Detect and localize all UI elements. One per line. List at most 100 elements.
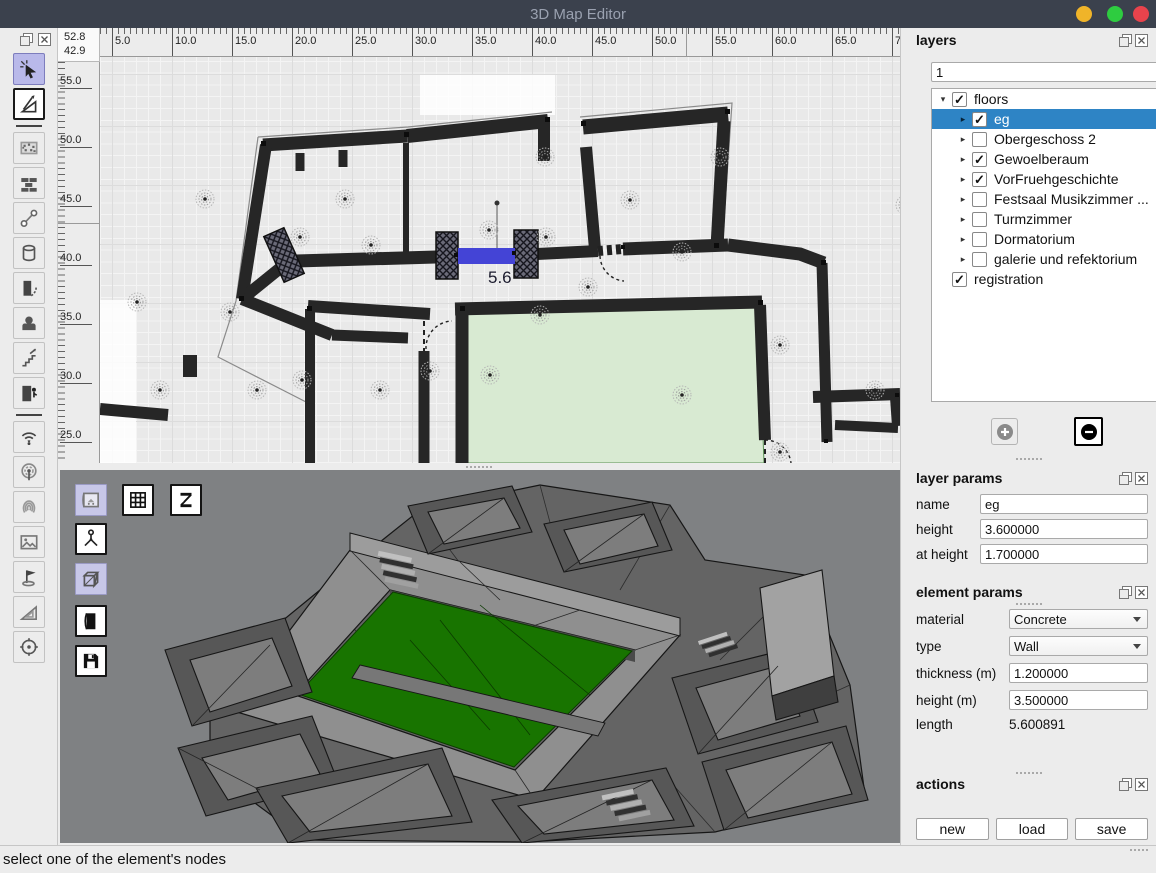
ruler-tick	[892, 28, 893, 57]
ruler-label-x: 35.0	[475, 35, 496, 47]
stairs-tool-button[interactable]	[13, 342, 45, 374]
layer-visibility-checkbox[interactable]: ✓	[952, 92, 967, 107]
add-layer-button[interactable]	[991, 418, 1018, 445]
wall-tool-button[interactable]	[13, 167, 45, 199]
exit-tool-button[interactable]	[13, 377, 45, 409]
tree-arrow-icon[interactable]: ▸	[958, 234, 968, 245]
float-panel-icon[interactable]	[1119, 586, 1132, 599]
cursor-y-value: 42.9	[64, 44, 99, 58]
tree-arrow-icon[interactable]: ▸	[958, 174, 968, 185]
cylinder-tool-button[interactable]	[13, 237, 45, 269]
layer-visibility-checkbox[interactable]: ✓	[972, 152, 987, 167]
float-panel-icon[interactable]	[1119, 472, 1132, 485]
close-panel-icon[interactable]	[38, 33, 51, 46]
cube-view-button[interactable]	[75, 563, 107, 595]
toolbar-dock-header	[0, 28, 57, 50]
cursor-coordinates: 52.8 42.9	[58, 28, 100, 62]
setsquare-tool-button[interactable]	[13, 596, 45, 628]
layer-visibility-checkbox[interactable]	[972, 192, 987, 207]
flag-tool-button[interactable]	[13, 561, 45, 593]
layers-tree: ▾✓floors▸✓eg▸Obergeschoss 2▸✓Gewoelberau…	[931, 88, 1156, 402]
element-params-header: element params	[916, 584, 1148, 600]
layer-visibility-checkbox[interactable]: ✓	[952, 272, 967, 287]
cube-view-icon	[80, 568, 102, 590]
blueprint-view-button[interactable]	[75, 484, 107, 516]
edge-tool-button[interactable]	[13, 202, 45, 234]
layer-visibility-checkbox[interactable]: ✓	[972, 172, 987, 187]
selected-wall[interactable]	[458, 248, 515, 264]
material-select[interactable]: Concrete	[1009, 609, 1148, 629]
layer-visibility-checkbox[interactable]	[972, 212, 987, 227]
close-panel-icon[interactable]	[1135, 586, 1148, 599]
tree-arrow-icon[interactable]: ▸	[958, 134, 968, 145]
layer-index-input[interactable]	[931, 62, 1156, 82]
layer-row-galerie-und-refektorium[interactable]: ▸galerie und refektorium	[932, 249, 1156, 269]
ruler-label-x: 55.0	[715, 35, 736, 47]
layer-visibility-checkbox[interactable]	[972, 252, 987, 267]
height-input[interactable]	[980, 519, 1148, 539]
layer-row-registration[interactable]: ✓registration	[932, 269, 1156, 289]
grid-view-button[interactable]	[122, 484, 154, 516]
float-panel-icon[interactable]	[1119, 34, 1132, 47]
window-button-yellow[interactable]	[1076, 6, 1092, 22]
tree-arrow-icon[interactable]: ▸	[958, 154, 968, 165]
tree-arrow-icon[interactable]: ▸	[958, 194, 968, 205]
layer-visibility-checkbox[interactable]	[972, 132, 987, 147]
select-tool-button[interactable]	[13, 53, 45, 85]
thickness-input[interactable]	[1009, 663, 1148, 683]
view-splitter[interactable]	[58, 463, 900, 470]
float-panel-icon[interactable]	[20, 33, 33, 46]
remove-layer-button[interactable]	[1074, 417, 1103, 446]
layer-row-dormatorium[interactable]: ▸Dormatorium	[932, 229, 1156, 249]
at-height-label: at height	[916, 547, 980, 562]
fingerprint-tool-button[interactable]	[13, 491, 45, 523]
furniture-tool-button[interactable]	[13, 307, 45, 339]
floorplan-canvas[interactable]: 5.6	[100, 57, 900, 463]
float-panel-icon[interactable]	[1119, 778, 1132, 791]
type-select[interactable]: Wall	[1009, 636, 1148, 656]
at-height-input[interactable]	[980, 544, 1148, 564]
close-panel-icon[interactable]	[1135, 34, 1148, 47]
model-3d-view[interactable]	[60, 470, 900, 843]
target-tool-button[interactable]	[13, 631, 45, 663]
door-tool-button[interactable]	[13, 272, 45, 304]
window-button-red[interactable]	[1133, 6, 1149, 22]
zpattern-view-button[interactable]	[170, 484, 202, 516]
type-label: type	[916, 639, 1009, 654]
layer-visibility-checkbox[interactable]: ✓	[972, 112, 987, 127]
minus-icon	[1080, 423, 1098, 441]
beacon-tool-button[interactable]	[13, 456, 45, 488]
close-panel-icon[interactable]	[1135, 778, 1148, 791]
layer-row-vorfruehgeschichte[interactable]: ▸✓VorFruehgeschichte	[932, 169, 1156, 189]
image-tool-button[interactable]	[13, 526, 45, 558]
layer-row-gewoelberaum[interactable]: ▸✓Gewoelberaum	[932, 149, 1156, 169]
new-button[interactable]: new	[916, 818, 989, 840]
wifi-tool-button[interactable]	[13, 421, 45, 453]
tree-arrow-icon[interactable]: ▸	[958, 114, 968, 125]
close-panel-icon[interactable]	[1135, 472, 1148, 485]
save-button[interactable]: save	[1075, 818, 1148, 840]
texture-tool-button[interactable]	[13, 132, 45, 164]
measure-tool-button[interactable]	[13, 88, 45, 120]
tree-arrow-icon[interactable]: ▸	[958, 254, 968, 265]
gizmo-view-button[interactable]	[75, 523, 107, 555]
load-button[interactable]: load	[996, 818, 1069, 840]
layer-row-eg[interactable]: ▸✓eg	[932, 109, 1156, 129]
save-view-button[interactable]	[75, 645, 107, 677]
layer-row-turmzimmer[interactable]: ▸Turmzimmer	[932, 209, 1156, 229]
vertical-ruler: 55.050.045.040.035.030.025.0	[58, 62, 100, 463]
tree-arrow-icon[interactable]: ▸	[958, 214, 968, 225]
select-tool-icon	[18, 58, 40, 80]
tree-arrow-icon[interactable]: ▾	[938, 94, 948, 105]
model-3d-drawing	[60, 470, 900, 843]
name-input[interactable]	[980, 494, 1148, 514]
layer-visibility-checkbox[interactable]	[972, 232, 987, 247]
ruler-tick	[172, 28, 173, 57]
layer-row-festsaal-musikzimmer[interactable]: ▸Festsaal Musikzimmer ...	[932, 189, 1156, 209]
layer-row-obergeschoss-2[interactable]: ▸Obergeschoss 2	[932, 129, 1156, 149]
element-height-input[interactable]	[1009, 690, 1148, 710]
window-button-green[interactable]	[1107, 6, 1123, 22]
door-view-button[interactable]	[75, 605, 107, 637]
ruler-label-y: 55.0	[60, 75, 92, 89]
layer-row-floors[interactable]: ▾✓floors	[932, 89, 1156, 109]
